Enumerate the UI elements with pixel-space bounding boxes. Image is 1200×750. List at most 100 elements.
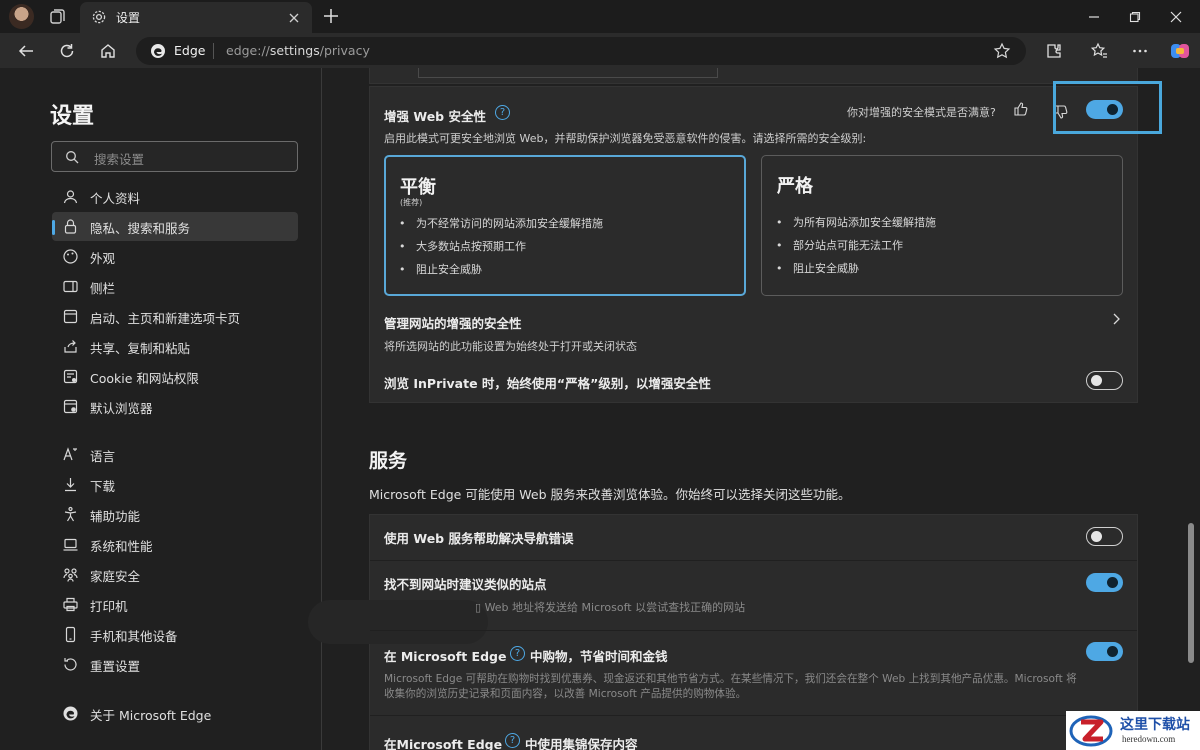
restore-button[interactable] [1117, 4, 1153, 30]
sidebar-item-label: Cookie 和网站权限 [90, 371, 199, 386]
thumbs-up-icon[interactable] [1013, 101, 1029, 117]
nav-error-toggle[interactable] [1086, 527, 1123, 546]
close-window-button[interactable] [1158, 4, 1194, 30]
row-divider [370, 715, 1137, 716]
sidebar-item-label: 关于 Microsoft Edge [90, 708, 212, 723]
address-url[interactable]: edge://settings/privacy [226, 43, 370, 58]
home-pages-icon [62, 308, 79, 325]
address-bar[interactable]: Edge edge://settings/privacy [136, 37, 1026, 65]
sidebar-item[interactable]: 语言 [52, 440, 298, 469]
watermark-text: 这里下载站 [1120, 717, 1190, 733]
sidebar-item[interactable]: 辅助功能 [52, 500, 298, 529]
printer-icon [62, 596, 79, 613]
sidebar-item[interactable]: 家庭安全 [52, 560, 298, 589]
search-icon [65, 150, 79, 164]
minimize-button[interactable] [1076, 4, 1112, 30]
mode-strict-bullets: • 为所有网站添加安全缓解措施 • 部分站点可能无法工作 • 阻止安全威胁 [776, 214, 936, 283]
sidebar-item[interactable]: 隐私、搜索和服务 [52, 212, 298, 241]
sidebar-item[interactable]: 手机和其他设备 [52, 620, 298, 649]
mode-strict-card[interactable]: 严格 • 为所有网站添加安全缓解措施 • 部分站点可能无法工作 • 阻止安全威胁 [761, 155, 1123, 296]
edge-logo-icon [62, 705, 79, 722]
close-tab-icon[interactable] [286, 10, 302, 26]
sidebar-item-label: 语言 [90, 449, 116, 464]
toggle-knob [1091, 531, 1102, 542]
mode-balanced-card[interactable]: 平衡 (推荐) • 为不经常访问的网站添加安全缓解措施 • 大多数站点按预期工作… [384, 155, 746, 296]
active-indicator [52, 220, 55, 235]
share-icon [62, 338, 79, 355]
sidebar-item[interactable]: 启动、主页和新建选项卡页 [52, 302, 298, 331]
shopping-title-start: 在 Microsoft Edge [384, 649, 507, 664]
extensions-icon[interactable] [1039, 36, 1069, 66]
refresh-button[interactable] [52, 36, 82, 66]
copilot-icon[interactable] [1165, 36, 1195, 66]
toggle-knob [1091, 375, 1102, 386]
feedback-question: 你对增强的安全模式是否满意? [847, 106, 996, 119]
sidebar-item[interactable]: 系统和性能 [52, 530, 298, 559]
sidebar-item-label: 家庭安全 [90, 569, 141, 584]
laptop-icon [62, 536, 79, 553]
lock-icon [62, 218, 79, 235]
accessibility-icon [62, 506, 79, 523]
sidebar-item[interactable]: 共享、复制和粘贴 [52, 332, 298, 361]
new-tab-button[interactable] [320, 5, 342, 27]
family-icon [62, 566, 79, 583]
services-intro: Microsoft Edge 可能使用 Web 服务来改善浏览体验。你始终可以选… [369, 487, 851, 502]
sidebar-item[interactable]: 侧栏 [52, 272, 298, 301]
bullet-item: • 阻止安全威胁 [776, 262, 859, 275]
bullet-text: 阻止安全威胁 [792, 262, 859, 275]
sidebar-item[interactable]: Cookie 和网站权限 [52, 362, 298, 391]
profile-avatar[interactable] [9, 4, 34, 29]
shopping-toggle[interactable] [1086, 642, 1123, 661]
inprivate-toggle[interactable] [1086, 371, 1123, 390]
manage-sites-title: 管理网站的增强的安全性 [384, 316, 522, 331]
edge-logo-icon [150, 43, 166, 59]
favorite-star-icon[interactable] [993, 42, 1011, 60]
watermark-logo [1069, 713, 1115, 748]
tab-settings[interactable]: 设置 [80, 2, 312, 33]
url-host: settings [269, 43, 320, 58]
inprivate-label: 浏览 InPrivate 时，始终使用“严格”级别，以增强安全性 [384, 376, 711, 391]
similar-sites-desc: ▯ Web 地址将发送给 Microsoft 以尝试查找正确的网站 [475, 601, 746, 614]
sidebar-item-label: 默认浏览器 [90, 401, 153, 416]
bullet-text: 为不经常访问的网站添加安全缓解措施 [415, 217, 603, 230]
sidebar-item-label: 下载 [90, 479, 116, 494]
previous-input-box [418, 68, 718, 78]
row-divider [370, 630, 1137, 631]
mode-balanced-bullets: • 为不经常访问的网站添加安全缓解措施 • 大多数站点按预期工作 • 阻止安全威… [399, 215, 603, 284]
services-heading: 服务 [369, 450, 408, 472]
manage-sites-row[interactable]: 管理网站的增强的安全性 将所选网站的此功能设置为始终处于打开或关闭状态 [370, 306, 1137, 354]
sidebar-item-label: 隐私、搜索和服务 [90, 221, 191, 236]
mode-balanced-title: 平衡 [400, 177, 436, 198]
workspaces-icon[interactable] [48, 7, 68, 27]
tab-title: 设置 [116, 11, 141, 25]
sidebar-item-label: 侧栏 [90, 281, 116, 296]
home-button[interactable] [93, 36, 123, 66]
security-description: 启用此模式可更安全地浏览 Web，并帮助保护浏览器免受恶意软件的侵害。请选择所需… [384, 132, 867, 145]
sidebar-item[interactable]: 个人资料 [52, 182, 298, 211]
sidebar-item[interactable]: 默认浏览器 [52, 392, 298, 421]
bullet-item: • 为不经常访问的网站添加安全缓解措施 [399, 217, 603, 230]
more-options-icon[interactable] [1125, 36, 1155, 66]
back-button[interactable] [11, 36, 41, 66]
collections-title-end: 中使用集锦保存内容 [525, 737, 638, 750]
help-icon[interactable]: ? [510, 646, 525, 661]
appearance-icon [62, 248, 79, 265]
shopping-desc-line1: Microsoft Edge 可帮助在购物时找到优惠券、现金返还和其他节省方式。… [384, 673, 1077, 685]
collections-title-start: 在Microsoft Edge [384, 737, 503, 750]
help-icon[interactable]: ? [495, 105, 510, 120]
sidebar-item-label: 手机和其他设备 [90, 629, 178, 644]
sidebar-item[interactable]: 下载 [52, 470, 298, 499]
favorites-icon[interactable] [1084, 36, 1114, 66]
help-icon[interactable]: ? [505, 733, 520, 748]
sidebar-item[interactable]: 外观 [52, 242, 298, 271]
sidebar-item[interactable]: 打印机 [52, 590, 298, 619]
search-settings-input[interactable]: 搜索设置 [51, 141, 298, 172]
similar-sites-desc-text: Web 地址将发送给 Microsoft 以尝试查找正确的网站 [484, 601, 746, 614]
sidebar-item[interactable]: 重置设置 [52, 650, 298, 679]
similar-sites-toggle[interactable] [1086, 573, 1123, 592]
sidebar-item[interactable]: 关于 Microsoft Edge [52, 699, 298, 728]
scrollbar-thumb[interactable] [1188, 523, 1194, 663]
shopping-title: 在 Microsoft Edge [384, 646, 506, 665]
chevron-right-icon [1109, 312, 1123, 326]
settings-title: 设置 [50, 104, 95, 129]
